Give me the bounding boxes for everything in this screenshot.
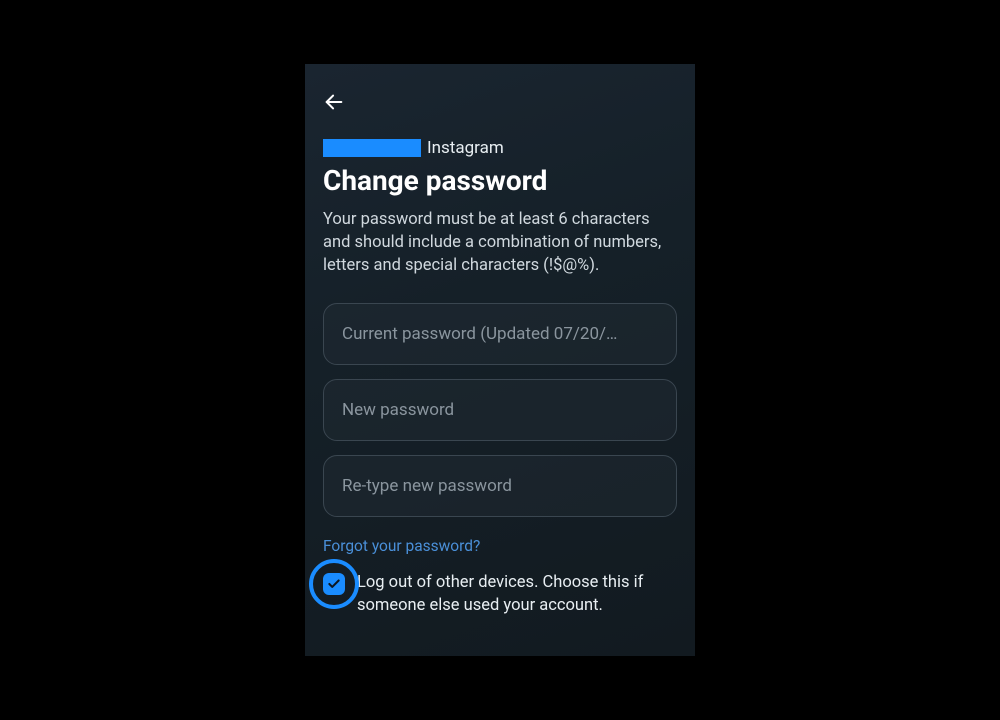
change-password-screen: Instagram Change password Your password … bbox=[305, 64, 695, 656]
current-password-field[interactable] bbox=[323, 303, 677, 365]
new-password-field[interactable] bbox=[323, 379, 677, 441]
forgot-password-link[interactable]: Forgot your password? bbox=[323, 537, 677, 555]
redacted-username bbox=[323, 139, 421, 157]
logout-devices-row: Log out of other devices. Choose this if… bbox=[323, 573, 677, 618]
arrow-left-icon bbox=[323, 91, 345, 113]
back-button[interactable] bbox=[323, 84, 359, 120]
account-line: Instagram bbox=[323, 138, 677, 158]
account-platform: Instagram bbox=[427, 138, 504, 158]
logout-devices-label: Log out of other devices. Choose this if… bbox=[357, 572, 677, 618]
password-requirements: Your password must be at least 6 charact… bbox=[323, 209, 677, 277]
page-title: Change password bbox=[323, 164, 677, 197]
retype-password-field[interactable] bbox=[323, 455, 677, 517]
logout-devices-checkbox[interactable] bbox=[323, 573, 345, 595]
check-icon bbox=[327, 577, 341, 591]
